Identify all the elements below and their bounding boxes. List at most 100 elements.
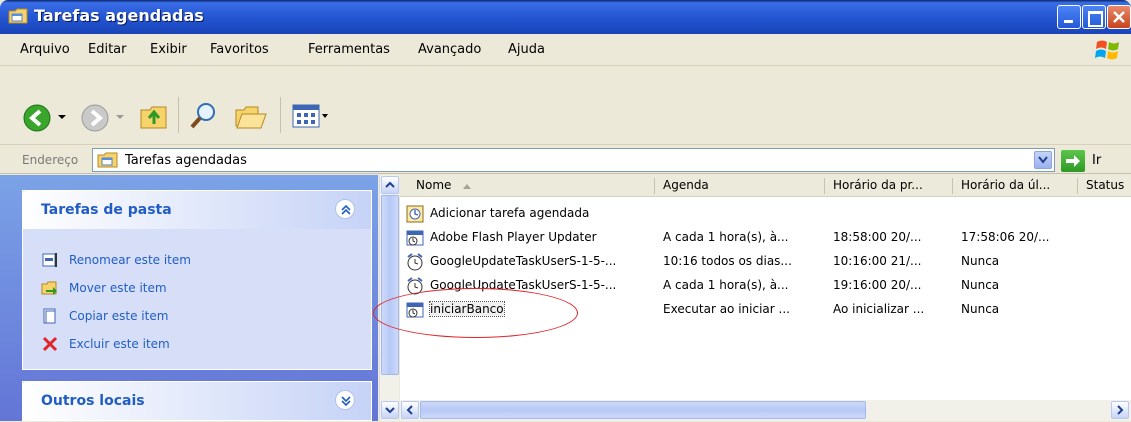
task-rename-label: Renomear este item xyxy=(69,253,191,267)
back-button[interactable] xyxy=(22,103,52,133)
row-name: Adobe Flash Player Updater xyxy=(430,230,597,244)
row-last-run: 17:58:06 20/... xyxy=(961,230,1050,244)
chevron-down-icon xyxy=(1038,156,1048,164)
folder-tasks-header[interactable]: Tarefas de pasta xyxy=(23,191,371,229)
explorer-window: Tarefas agendadas Arquivo Editar Exibir … xyxy=(0,0,1131,421)
address-value: Tarefas agendadas xyxy=(125,153,247,168)
close-button[interactable] xyxy=(1107,5,1131,29)
chevron-up-icon xyxy=(385,181,395,188)
scheduled-task-icon xyxy=(407,253,423,271)
back-dropdown-icon[interactable] xyxy=(57,113,67,121)
row-last-run: Nunca xyxy=(961,278,1000,292)
table-row[interactable]: Adobe Flash Player Updater A cada 1 hora… xyxy=(400,226,1131,250)
task-delete-label: Excluir este item xyxy=(69,337,170,351)
chevron-down-icon xyxy=(341,396,351,407)
chevron-left-icon xyxy=(406,405,413,415)
menu-ajuda[interactable]: Ajuda xyxy=(508,42,545,57)
toolbar-separator xyxy=(178,97,179,133)
scroll-thumb[interactable] xyxy=(420,401,866,419)
title-bar[interactable]: Tarefas agendadas xyxy=(0,0,1131,34)
column-nome[interactable]: Nome xyxy=(400,175,655,197)
scroll-left-button[interactable] xyxy=(401,401,419,419)
menu-exibir[interactable]: Exibir xyxy=(150,42,187,57)
row-next-run: Ao inicializar ... xyxy=(833,302,925,316)
delete-icon xyxy=(42,336,58,352)
scheduled-task-icon xyxy=(406,230,424,246)
column-proximo-label: Horário da pr... xyxy=(833,178,923,192)
chevron-right-icon xyxy=(1117,405,1124,415)
row-agenda: Executar ao iniciar ... xyxy=(663,302,790,316)
address-label: Endereço xyxy=(22,153,79,167)
forward-button[interactable] xyxy=(80,103,110,133)
rename-icon xyxy=(42,253,57,267)
forward-dropdown-icon[interactable] xyxy=(115,113,125,121)
search-icon[interactable] xyxy=(188,100,220,132)
go-button[interactable] xyxy=(1061,150,1085,172)
scheduled-tasks-folder-icon xyxy=(97,152,118,168)
menu-editar[interactable]: Editar xyxy=(88,42,127,57)
scroll-thumb[interactable] xyxy=(381,195,399,375)
column-agenda[interactable]: Agenda xyxy=(655,175,825,197)
row-agenda: A cada 1 hora(s), à... xyxy=(663,230,789,244)
folders-icon[interactable] xyxy=(234,100,268,132)
task-copy-label: Copiar este item xyxy=(69,309,169,323)
minimize-button[interactable] xyxy=(1057,5,1081,29)
folder-tasks-title: Tarefas de pasta xyxy=(41,202,172,218)
column-ultimo-label: Horário da úl... xyxy=(961,178,1051,192)
row-last-run: Nunca xyxy=(961,302,1000,316)
menu-ferramentas[interactable]: Ferramentas xyxy=(308,42,390,57)
scroll-down-button[interactable] xyxy=(381,401,399,419)
task-pane: Tarefas de pasta Renomear este item Move… xyxy=(0,175,378,421)
task-move-label: Mover este item xyxy=(69,281,167,295)
other-places-header[interactable]: Outros locais xyxy=(23,382,371,420)
row-last-run: Nunca xyxy=(961,254,1000,268)
other-places-title: Outros locais xyxy=(41,393,145,409)
other-places-panel: Outros locais xyxy=(22,381,372,421)
row-agenda: A cada 1 hora(s), à... xyxy=(663,278,789,292)
windows-logo-icon xyxy=(1095,40,1119,60)
menu-arquivo[interactable]: Arquivo xyxy=(20,42,70,57)
expand-button[interactable] xyxy=(335,390,355,410)
move-icon xyxy=(41,281,57,295)
toolbar-separator xyxy=(280,97,281,133)
menu-avancado[interactable]: Avançado xyxy=(418,42,481,57)
row-next-run: 10:16:00 21/... xyxy=(833,254,922,268)
table-row[interactable]: GoogleUpdateTaskUserS-1-5-... 10:16 todo… xyxy=(400,250,1131,274)
row-name: Adicionar tarefa agendada xyxy=(430,206,590,220)
views-icon[interactable] xyxy=(291,102,329,130)
scroll-right-button[interactable] xyxy=(1111,401,1129,419)
row-name: GoogleUpdateTaskUserS-1-5-... xyxy=(430,254,617,268)
column-proximo[interactable]: Horário da pr... xyxy=(825,175,953,197)
column-nome-label: Nome xyxy=(416,178,452,192)
highlight-ellipse xyxy=(373,288,578,338)
table-row[interactable]: Adicionar tarefa agendada xyxy=(400,202,1131,226)
chevron-up-icon xyxy=(341,204,351,215)
row-next-run: 19:16:00 20/... xyxy=(833,278,922,292)
close-icon xyxy=(1113,11,1125,23)
sort-ascending-icon xyxy=(463,184,471,189)
column-ultimo[interactable]: Horário da úl... xyxy=(953,175,1078,197)
scroll-up-button[interactable] xyxy=(381,176,399,194)
add-task-icon xyxy=(406,205,424,223)
folder-tasks-panel: Tarefas de pasta Renomear este item Move… xyxy=(22,190,372,370)
column-agenda-label: Agenda xyxy=(663,178,709,192)
go-arrow-icon xyxy=(1066,155,1080,167)
copy-icon xyxy=(43,308,56,324)
collapse-button[interactable] xyxy=(335,199,355,219)
window-title: Tarefas agendadas xyxy=(34,6,204,25)
address-dropdown-button[interactable] xyxy=(1034,151,1052,169)
scheduled-tasks-folder-icon xyxy=(8,8,28,24)
row-agenda: 10:16 todos os dias... xyxy=(663,254,792,268)
column-status[interactable]: Status xyxy=(1078,175,1131,197)
list-horizontal-scrollbar[interactable] xyxy=(400,400,1131,421)
column-status-label: Status xyxy=(1086,178,1125,192)
up-folder-icon[interactable] xyxy=(138,100,170,132)
menu-bar: Arquivo Editar Exibir Favoritos Ferramen… xyxy=(0,34,1131,66)
row-next-run: 18:58:00 20/... xyxy=(833,230,922,244)
address-input[interactable]: Tarefas agendadas xyxy=(92,148,1055,172)
go-label[interactable]: Ir xyxy=(1092,153,1101,168)
menu-favoritos[interactable]: Favoritos xyxy=(210,42,269,57)
chevron-down-icon xyxy=(385,407,395,414)
maximize-button[interactable] xyxy=(1082,5,1106,29)
address-bar: Endereço Tarefas agendadas xyxy=(0,146,1131,174)
